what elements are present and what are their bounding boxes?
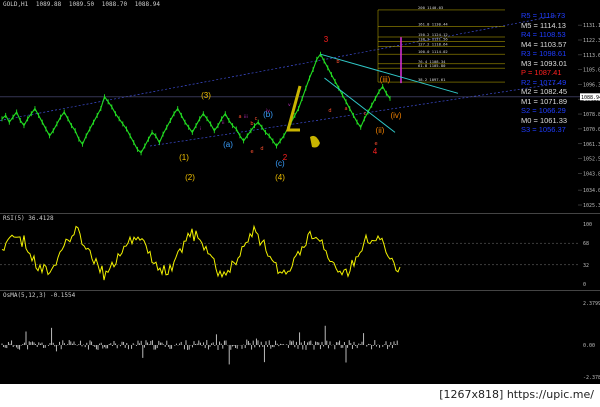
pivot-level-m0: M0 = 1061.33: [521, 115, 568, 125]
pivot-level-m4: M4 = 1103.57: [521, 39, 567, 49]
minor-wave-label: iii: [244, 114, 248, 120]
minor-wave-label: ii: [222, 120, 225, 126]
channel-upper-line: [0, 14, 561, 121]
minor-wave-label: iv: [266, 108, 270, 114]
rsi-header: RSI(5) 36.4128: [3, 215, 54, 222]
wave-label: (4): [275, 173, 285, 182]
rsi-axis-label: 100: [583, 222, 592, 228]
sub-wave-label: e: [374, 141, 377, 147]
price-tick-label: 1131.10: [583, 23, 600, 29]
fib-level-label: 161.8 1130.44: [418, 21, 448, 26]
main-chart-header: GOLD,H1 1089.88 1089.50 1088.70 1088.94: [3, 1, 164, 8]
osma-axis-label: 0.00: [583, 343, 595, 349]
rsi-indicator-pane[interactable]: RSI(5) 36.4128 100 68 32 0: [0, 213, 600, 289]
price-tick-label: 1043.80: [583, 172, 600, 178]
pivot-level-s3: S3 = 1056.37: [521, 125, 566, 134]
trend-line-cyan-2: [324, 77, 396, 133]
sub-wave-label: c: [255, 116, 258, 122]
sub-wave-label: b: [336, 59, 339, 65]
price-series-line: [1, 53, 391, 154]
minor-wave-label: v: [288, 103, 291, 108]
wave-label: (ii): [376, 126, 385, 135]
pivot-level-m2: M2 = 1082.45: [521, 87, 568, 96]
main-price-chart[interactable]: GOLD,H1 1089.88 1089.50 1088.70 1088.94 …: [0, 0, 600, 211]
price-axis-bg: [580, 0, 600, 211]
sub-wave-label: c: [364, 111, 367, 117]
wave-label: 4: [373, 147, 378, 156]
fib-level-label: 100.0 1114.02: [418, 49, 448, 54]
pivot-level-r4: R4 = 1108.53: [521, 30, 566, 39]
wave-label: (iv): [390, 111, 401, 120]
pivot-level-m1: M1 = 1071.89: [521, 96, 568, 106]
wave-label: (3): [201, 91, 211, 100]
channel-lower-line: [149, 82, 561, 147]
wave-label: (iii): [380, 75, 391, 84]
rsi-axis-label: 68: [583, 241, 589, 247]
price-tick-label: 1122.35: [583, 38, 600, 44]
pivot-level-r3: R3 = 1098.61: [521, 49, 567, 58]
price-tick-label: 1105.05: [583, 67, 600, 73]
sub-wave-label: d: [328, 108, 331, 114]
low-value: 1088.70: [101, 1, 128, 8]
price-tick-label: 1070.05: [583, 127, 600, 133]
wave-label: (1): [179, 153, 189, 162]
sub-wave-label: d: [260, 146, 263, 152]
price-chart-svg: 1131.101122.351113.601105.051096.301087.…: [0, 0, 600, 211]
price-tick-label: 1034.05: [583, 188, 600, 194]
sub-wave-label: a: [344, 106, 347, 112]
rsi-axis-label: 0: [583, 282, 586, 288]
osma-indicator-pane[interactable]: OsMA(5,12,3) -0.1554 2.3799 0.00 -2.3785: [0, 290, 600, 385]
fib-level-label: 38.2 1097.61: [418, 77, 446, 82]
sub-wave-label: e: [250, 149, 253, 155]
open-value: 1089.88: [35, 1, 62, 8]
wave-label: 2: [283, 153, 288, 162]
close-value: 1088.94: [134, 1, 160, 8]
wave-label: (a): [223, 140, 233, 149]
pivot-level-m5: M5 = 1114.13: [521, 20, 566, 30]
sub-wave-label: a: [238, 114, 241, 120]
fib-level-label: 200 1140.03: [418, 5, 443, 10]
price-tick-label: 1061.30: [583, 142, 600, 148]
price-tick-label: 1096.30: [583, 82, 600, 88]
fib-level-label: 127.2 1118.64: [418, 41, 448, 46]
rsi-axis-label: 32: [583, 263, 589, 269]
price-tick-label: 1078.80: [583, 112, 600, 118]
symbol-label: GOLD,H1: [3, 1, 29, 8]
price-tick-label: 1025.30: [583, 203, 600, 209]
fib-level-label: 61.8 1105.80: [418, 63, 446, 68]
sub-wave-label: b: [250, 121, 253, 127]
wave-logo-mark: [310, 135, 320, 148]
minor-wave-label: i: [200, 126, 201, 132]
osma-axis-label: -2.3785: [583, 375, 600, 381]
image-host-footer: [1267x818] https://upic.me/: [0, 384, 600, 407]
current-price-label: 1088.94: [581, 95, 600, 101]
rsi-line: [1, 224, 401, 281]
wave-label: (2): [185, 173, 195, 182]
pivot-level-p: P = 1087.41: [521, 68, 562, 77]
pivot-level-s2: S2 = 1066.29: [521, 106, 566, 115]
wave-label: 3: [324, 35, 329, 44]
price-tick-label: 1113.60: [583, 53, 600, 59]
osma-axis-label: 2.3799: [583, 301, 600, 307]
price-tick-label: 1052.55: [583, 157, 600, 163]
image-host-caption: [1267x818] https://upic.me/: [439, 388, 594, 401]
pivot-level-r5: R5 = 1119.73: [521, 11, 566, 20]
pivot-level-m3: M3 = 1093.01: [521, 58, 568, 68]
high-value: 1089.50: [68, 1, 95, 8]
osma-header: OsMA(5,12,3) -0.1554: [3, 292, 76, 299]
rsi-chart-svg: 100 68 32 0: [0, 222, 592, 288]
pivot-level-r2: R2 = 1077.49: [521, 77, 567, 87]
osma-chart-svg: 2.3799 0.00 -2.3785: [1, 301, 600, 381]
